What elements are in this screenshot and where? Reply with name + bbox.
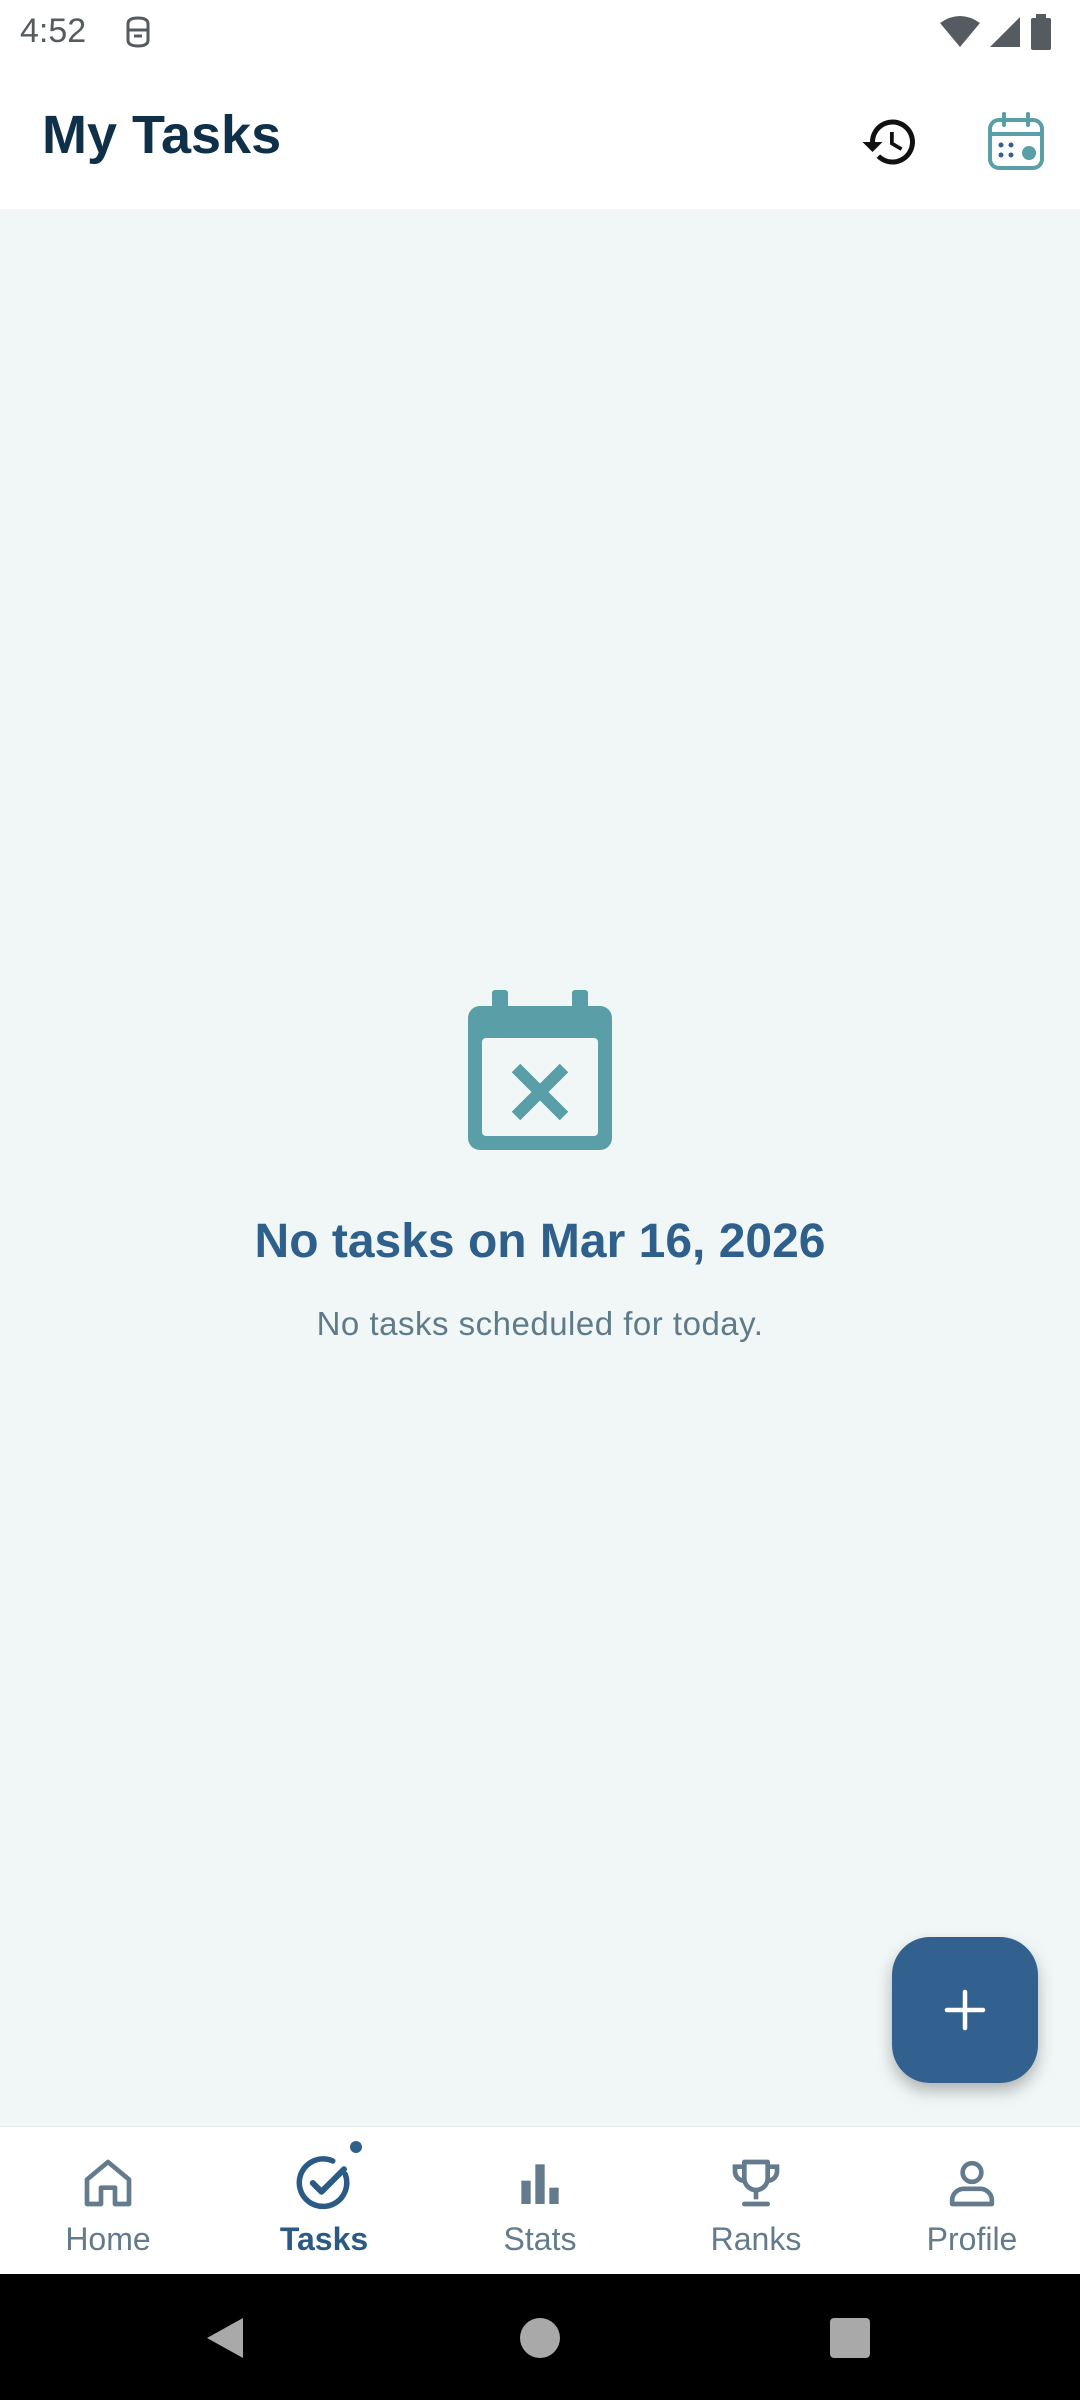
task-list-area: No tasks on Mar 16, 2026 No tasks schedu… — [0, 209, 1080, 2126]
recents-button[interactable] — [830, 2318, 870, 2358]
back-icon[interactable] — [203, 2314, 247, 2362]
page-title: My Tasks — [42, 105, 282, 165]
plus-icon — [944, 1989, 986, 2031]
wifi-icon — [940, 16, 980, 47]
history-icon — [862, 119, 915, 165]
add-task-button[interactable] — [892, 1937, 1038, 2083]
home-icon — [84, 2159, 132, 2207]
app-notification-icon — [126, 16, 150, 48]
nav-item-tasks[interactable]: Tasks — [216, 2127, 432, 2274]
home-button[interactable] — [520, 2318, 560, 2358]
nav-item-home[interactable]: Home — [0, 2127, 216, 2274]
nav-item-profile[interactable]: Profile — [864, 2127, 1080, 2274]
status-bar: 4:52 — [0, 0, 1080, 64]
nav-label-tasks: Tasks — [279, 2221, 369, 2257]
task-check-icon — [296, 2156, 350, 2210]
signal-icon — [990, 17, 1020, 47]
battery-icon — [1031, 14, 1051, 50]
history-button[interactable] — [852, 104, 928, 180]
system-navigation-bar — [0, 2274, 1080, 2400]
nav-label-home: Home — [65, 2221, 151, 2257]
calendar-icon — [988, 112, 1044, 170]
nav-label-stats: Stats — [503, 2221, 577, 2257]
person-icon — [949, 2160, 995, 2207]
bar-chart-icon — [521, 2164, 559, 2204]
trophy-icon — [732, 2159, 780, 2207]
app-bar: My Tasks — [0, 64, 1080, 209]
bottom-navigation: Home Tasks Stats Ranks Profile — [0, 2126, 1080, 2274]
empty-state-title: No tasks on Mar 16, 2026 — [254, 1215, 826, 1268]
empty-state-subtitle: No tasks scheduled for today. — [316, 1305, 764, 1342]
status-icons — [940, 12, 1052, 52]
calendar-x-icon — [468, 990, 612, 1150]
nav-item-stats[interactable]: Stats — [432, 2127, 648, 2274]
calendar-button[interactable] — [978, 104, 1054, 180]
status-time: 4:52 — [20, 12, 87, 50]
nav-label-ranks: Ranks — [710, 2221, 802, 2257]
notification-dot — [348, 2139, 364, 2155]
nav-label-profile: Profile — [926, 2221, 1018, 2257]
screen: 4:52 My Tasks No tasks on Mar 16, 2026 N… — [0, 0, 1080, 2400]
nav-item-ranks[interactable]: Ranks — [648, 2127, 864, 2274]
